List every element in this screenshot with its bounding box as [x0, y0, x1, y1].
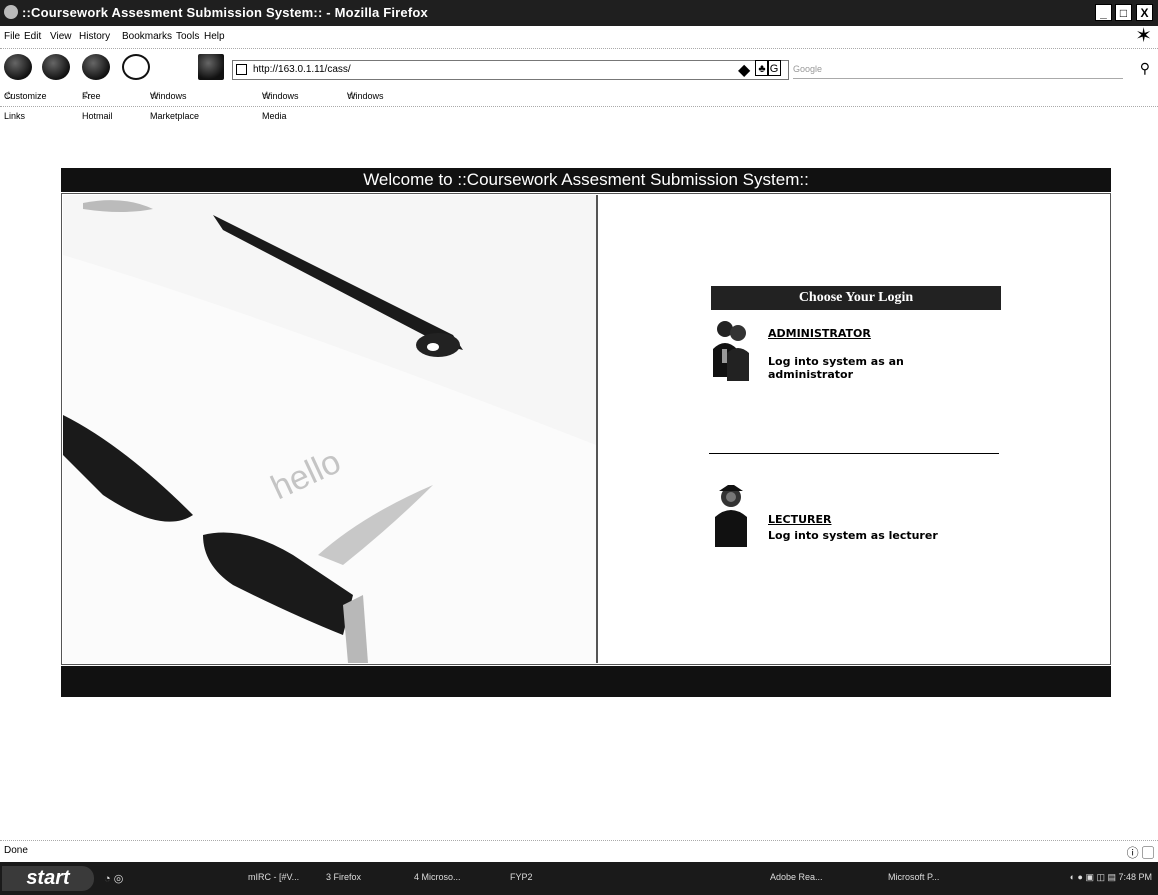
home-icon[interactable] — [198, 54, 224, 80]
search-button-icon[interactable]: ⚲ — [1140, 60, 1150, 77]
firefox-icon — [4, 5, 18, 19]
lecturer-login-link[interactable]: LECTURER — [768, 513, 832, 526]
administrator-icon[interactable] — [711, 319, 751, 383]
windows-taskbar: start ◔ ◎ mIRC - [#V... 3 Firefox 4 Micr… — [0, 862, 1158, 895]
status-text: Done — [4, 845, 28, 856]
reload-icon[interactable] — [82, 54, 110, 80]
menu-bar: File Edit View History Bookmarks Tools H… — [0, 26, 1158, 49]
page-favicon-icon — [236, 64, 247, 75]
google-search-engine-icon[interactable]: G — [767, 60, 781, 76]
system-tray: ◐ ● ▣ ◫ ▤ 7:48 PM — [1070, 872, 1152, 883]
bookmarks-toolbar: ☆ Customize Links ☆ Free Hotmail ☆ Windows … — [0, 86, 1158, 121]
close-button[interactable]: X — [1136, 4, 1153, 21]
tray-icons[interactable]: ◐ ● ▣ ◫ ▤ — [1070, 872, 1119, 882]
choose-login-heading: Choose Your Login — [711, 286, 1001, 310]
welcome-banner: Welcome to ::Coursework Assesment Submis… — [61, 168, 1111, 192]
login-panel: Choose Your Login ADMINISTRATOR Log into… — [599, 195, 1109, 663]
forward-icon[interactable] — [42, 54, 70, 80]
menu-edit[interactable]: Edit — [24, 26, 41, 48]
taskbar-item-firefox[interactable]: 3 Firefox — [326, 872, 361, 882]
window-title-bar[interactable]: ::Coursework Assesment Submission System… — [0, 0, 1158, 26]
lecturer-icon[interactable] — [711, 485, 751, 549]
main-content: hello Choose Your Login ADMINISTRATOR Lo… — [61, 193, 1111, 665]
photo-graphic: hello — [63, 195, 596, 663]
go-icon[interactable]: ◆ — [738, 60, 750, 80]
menu-history[interactable]: History — [79, 26, 110, 48]
menu-bookmarks[interactable]: Bookmarks — [122, 26, 172, 48]
menu-file[interactable]: File — [4, 26, 20, 48]
taskbar-item-powerpoint[interactable]: Microsoft P... — [888, 872, 939, 882]
administrator-description: Log into system as an administrator — [768, 355, 904, 381]
navigation-toolbar: http://163.0.1.11/cass/ ◆ ♣ G Google ⚲ — [0, 50, 1158, 84]
taskbar-item-word[interactable]: 4 Microso... — [414, 872, 461, 882]
back-icon[interactable] — [4, 54, 32, 80]
header-photo: hello — [63, 195, 598, 663]
tray-clock: 7:48 PM — [1118, 872, 1152, 882]
address-url: http://163.0.1.11/cass/ — [253, 64, 351, 75]
status-info-icon[interactable]: ⓘ ▢ — [1127, 843, 1154, 863]
taskbar-item-adobe[interactable]: Adobe Rea... — [770, 872, 823, 882]
throbber-icon: ✶ — [1135, 25, 1152, 47]
footer-banner — [61, 666, 1111, 697]
address-bar[interactable]: http://163.0.1.11/cass/ — [232, 60, 789, 80]
taskbar-item-fyp2[interactable]: FYP2 — [510, 872, 533, 882]
maximize-button[interactable]: □ — [1115, 4, 1132, 21]
stop-icon[interactable] — [122, 54, 150, 80]
window-title: ::Coursework Assesment Submission System… — [22, 5, 428, 20]
menu-view[interactable]: View — [50, 26, 72, 48]
taskbar-item-mirc[interactable]: mIRC - [#V... — [248, 872, 299, 882]
menu-tools[interactable]: Tools — [176, 26, 199, 48]
search-input[interactable]: Google — [793, 60, 1123, 79]
lecturer-description: Log into system as lecturer — [768, 529, 938, 542]
status-bar: Done ⓘ ▢ — [0, 840, 1158, 861]
start-button[interactable]: start — [2, 866, 94, 891]
minimize-button[interactable]: _ — [1095, 4, 1112, 21]
quick-launch-icons[interactable]: ◔ ◎ — [104, 872, 123, 885]
administrator-login-link[interactable]: ADMINISTRATOR — [768, 327, 871, 340]
menu-help[interactable]: Help — [204, 26, 225, 48]
login-divider — [709, 453, 999, 454]
